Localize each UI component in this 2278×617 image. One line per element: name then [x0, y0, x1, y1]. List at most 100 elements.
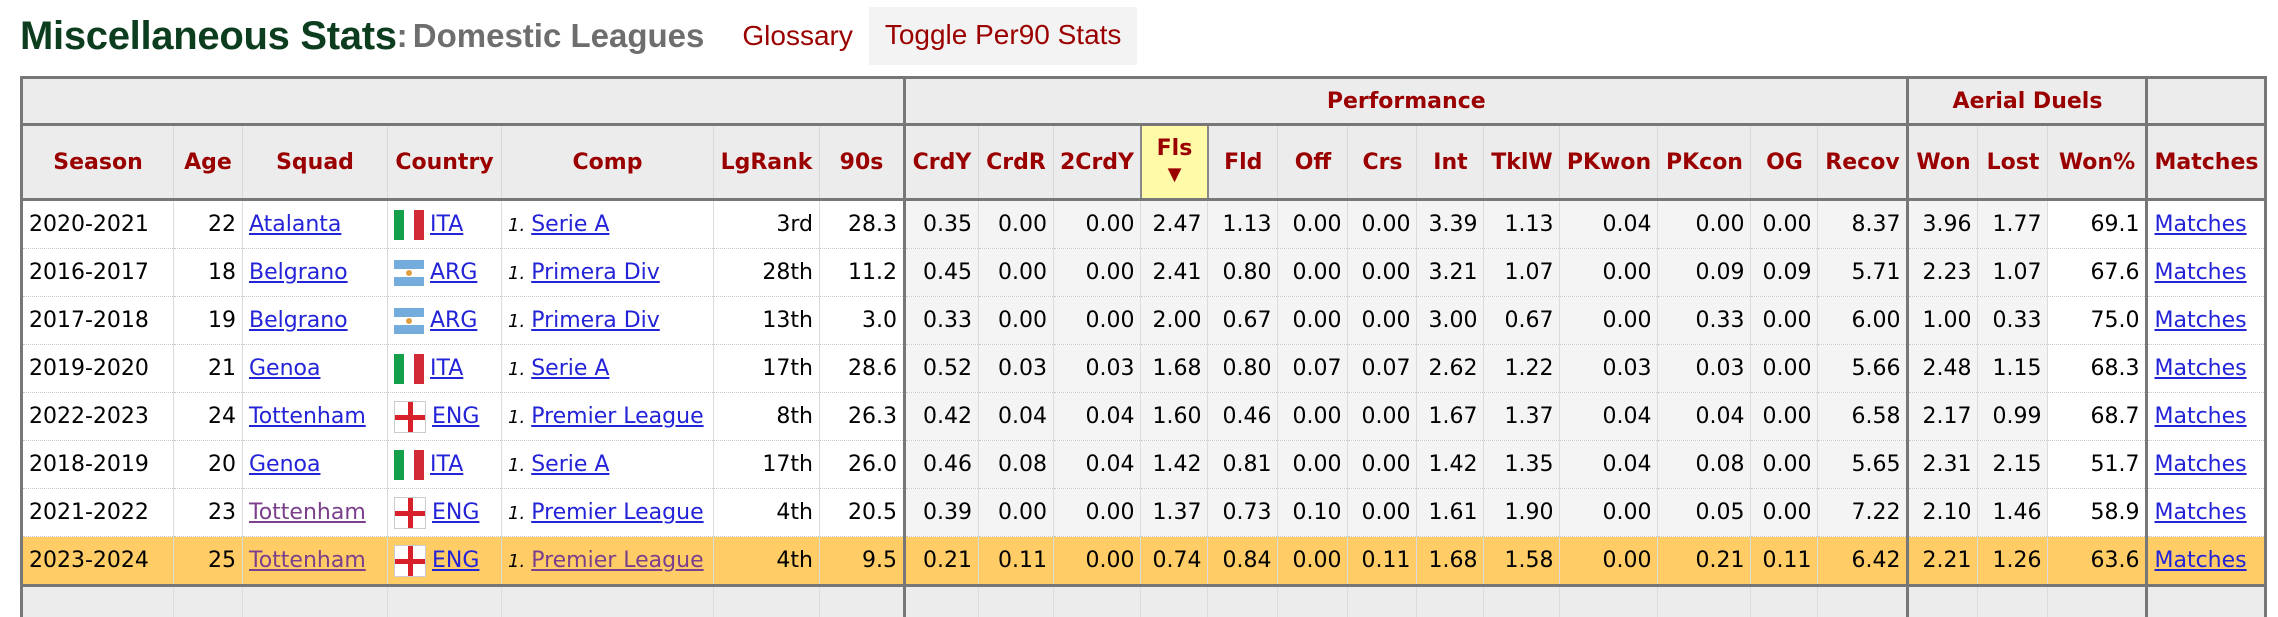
fld-cell: 0.67 — [1208, 297, 1278, 345]
table-row: 2021-202223TottenhamENG1.Premier League4… — [22, 489, 2266, 537]
country-link[interactable]: ARG — [430, 308, 477, 333]
squad-link[interactable]: Tottenham — [249, 500, 366, 525]
col-header-pkcon[interactable]: PKcon — [1658, 125, 1751, 200]
lost-cell: 0.33 — [1978, 297, 2048, 345]
matches-link[interactable]: Matches — [2154, 452, 2246, 477]
matches-link[interactable]: Matches — [2154, 500, 2246, 525]
col-header-lost[interactable]: Lost — [1978, 125, 2048, 200]
squad-link[interactable]: Atalanta — [249, 212, 341, 237]
squad-link[interactable]: Tottenham — [249, 548, 366, 573]
won-cell: 2.10 — [1908, 489, 1978, 537]
league-tier: 1. — [508, 455, 525, 476]
country-link[interactable]: ENG — [432, 548, 479, 573]
matches-cell: Matches — [2147, 537, 2266, 586]
footer-cell — [1417, 586, 1484, 617]
country-cell: ITA — [388, 345, 502, 393]
comp-link[interactable]: Premier League — [531, 548, 703, 573]
recov-cell: 6.00 — [1818, 297, 1908, 345]
col-header-tklw[interactable]: TklW — [1484, 125, 1560, 200]
col-header-og[interactable]: OG — [1751, 125, 1818, 200]
glossary-link[interactable]: Glossary — [742, 20, 852, 52]
country-link[interactable]: ENG — [432, 500, 479, 525]
wonpct-cell: 75.0 — [2048, 297, 2147, 345]
col-header-age[interactable]: Age — [174, 125, 243, 200]
col-header-won[interactable]: Won — [1908, 125, 1978, 200]
col-header-season[interactable]: Season — [22, 125, 174, 200]
og-cell: 0.00 — [1751, 441, 1818, 489]
age-cell: 24 — [174, 393, 243, 441]
pkcon-cell: 0.04 — [1658, 393, 1751, 441]
col-header-fls[interactable]: Fls▼ — [1141, 125, 1208, 200]
comp-cell: 1.Serie A — [502, 200, 714, 249]
league-tier: 1. — [508, 503, 525, 524]
matches-link[interactable]: Matches — [2154, 308, 2246, 333]
col-header-wonpct[interactable]: Won% — [2048, 125, 2147, 200]
lost-cell: 1.26 — [1978, 537, 2048, 586]
crdr-cell: 0.00 — [979, 200, 1054, 249]
squad-link[interactable]: Genoa — [249, 452, 320, 477]
col-header-pkwon[interactable]: PKwon — [1560, 125, 1658, 200]
squad-link[interactable]: Belgrano — [249, 308, 348, 333]
matches-link[interactable]: Matches — [2154, 356, 2246, 381]
crdy2-cell: 0.04 — [1054, 393, 1141, 441]
crdy2-cell: 0.00 — [1054, 297, 1141, 345]
league-tier: 1. — [508, 551, 525, 572]
comp-link[interactable]: Premier League — [531, 500, 703, 525]
toggle-per90-button[interactable]: Toggle Per90 Stats — [869, 7, 1138, 65]
footer-cell — [1658, 586, 1751, 617]
squad-cell: Belgrano — [243, 297, 388, 345]
matches-link[interactable]: Matches — [2154, 212, 2246, 237]
pkwon-cell: 0.00 — [1560, 537, 1658, 586]
col-header-int[interactable]: Int — [1417, 125, 1484, 200]
matches-link[interactable]: Matches — [2154, 260, 2246, 285]
country-link[interactable]: ARG — [430, 260, 477, 285]
col-header-2crdy[interactable]: 2CrdY — [1054, 125, 1141, 200]
col-header-squad[interactable]: Squad — [243, 125, 388, 200]
col-header-country[interactable]: Country — [388, 125, 502, 200]
season-cell: 2016-2017 — [22, 249, 174, 297]
matches-link[interactable]: Matches — [2154, 548, 2246, 573]
col-header-90s[interactable]: 90s — [820, 125, 905, 200]
int-cell: 1.68 — [1417, 537, 1484, 586]
col-header-lgrank[interactable]: LgRank — [714, 125, 820, 200]
country-link[interactable]: ITA — [430, 212, 463, 237]
comp-link[interactable]: Serie A — [531, 212, 609, 237]
footer-cell — [820, 586, 905, 617]
int-cell: 3.00 — [1417, 297, 1484, 345]
table-row: 2020-202122AtalantaITA1.Serie A3rd28.30.… — [22, 200, 2266, 249]
country-link[interactable]: ITA — [430, 356, 463, 381]
fls-cell: 1.37 — [1141, 489, 1208, 537]
argentina-flag-icon — [394, 260, 424, 286]
comp-link[interactable]: Primera Div — [531, 260, 660, 285]
fld-cell: 1.13 — [1208, 200, 1278, 249]
squad-link[interactable]: Genoa — [249, 356, 320, 381]
col-header-comp[interactable]: Comp — [502, 125, 714, 200]
age-cell: 25 — [174, 537, 243, 586]
comp-link[interactable]: Premier League — [531, 404, 703, 429]
lgrank-cell: 28th — [714, 249, 820, 297]
off-cell: 0.00 — [1278, 441, 1348, 489]
col-header-fld[interactable]: Fld — [1208, 125, 1278, 200]
comp-link[interactable]: Serie A — [531, 356, 609, 381]
country-link[interactable]: ENG — [432, 404, 479, 429]
matches-link[interactable]: Matches — [2154, 404, 2246, 429]
wonpct-cell: 68.3 — [2048, 345, 2147, 393]
og-cell: 0.00 — [1751, 489, 1818, 537]
comp-link[interactable]: Primera Div — [531, 308, 660, 333]
age-cell: 20 — [174, 441, 243, 489]
col-header-crdr[interactable]: CrdR — [979, 125, 1054, 200]
col-header-crdy[interactable]: CrdY — [905, 125, 979, 200]
country-cell: ENG — [388, 489, 502, 537]
squad-link[interactable]: Tottenham — [249, 404, 366, 429]
squad-cell: Genoa — [243, 345, 388, 393]
int-cell: 3.21 — [1417, 249, 1484, 297]
comp-link[interactable]: Serie A — [531, 452, 609, 477]
col-header-crs[interactable]: Crs — [1348, 125, 1417, 200]
country-link[interactable]: ITA — [430, 452, 463, 477]
col-header-off[interactable]: Off — [1278, 125, 1348, 200]
col-header-recov[interactable]: Recov — [1818, 125, 1908, 200]
og-cell: 0.00 — [1751, 345, 1818, 393]
squad-link[interactable]: Belgrano — [249, 260, 348, 285]
col-header-matches[interactable]: Matches — [2147, 125, 2266, 200]
n90s-cell: 11.2 — [820, 249, 905, 297]
